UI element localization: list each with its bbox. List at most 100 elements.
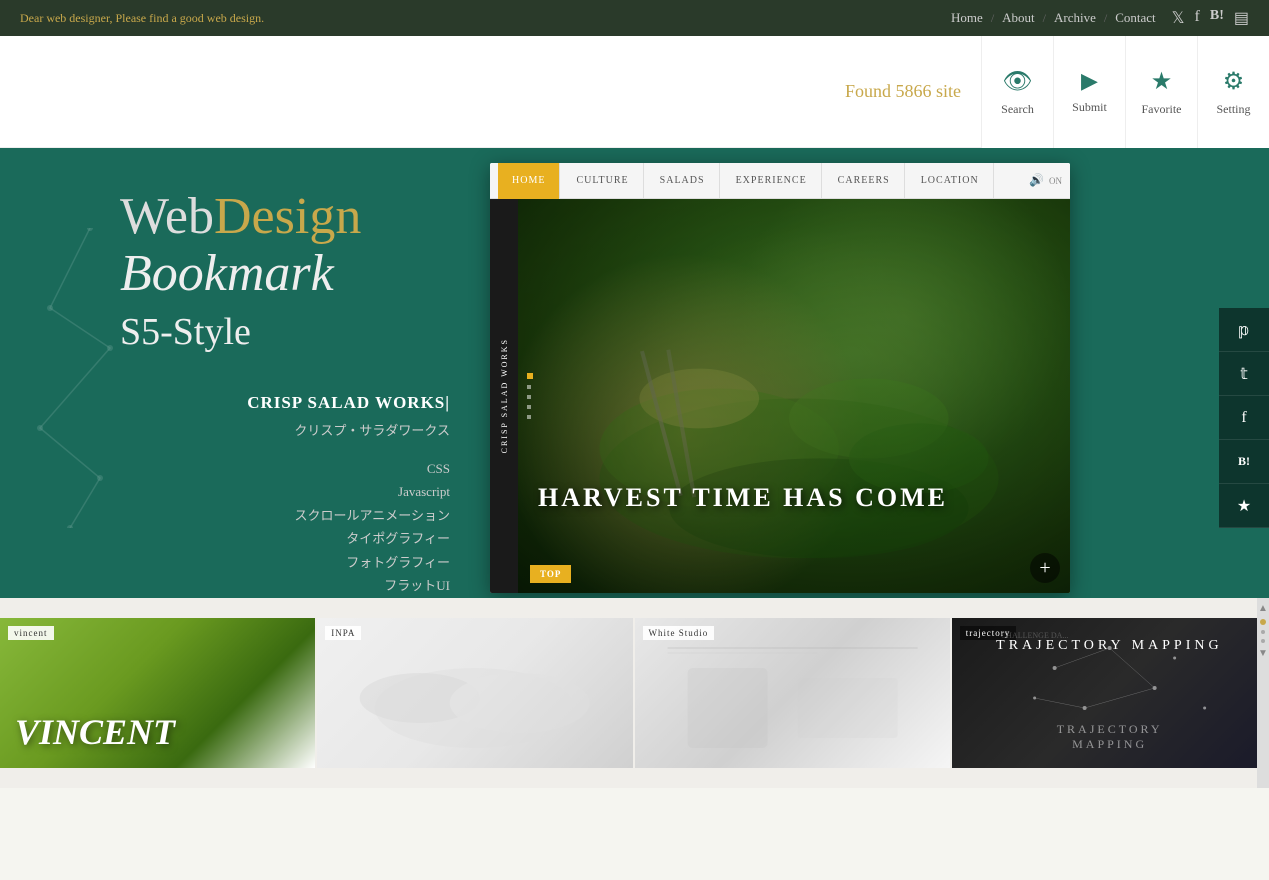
preview-dot-3[interactable] [527, 405, 531, 409]
pinterest-social[interactable]: 𝕡 [1219, 308, 1269, 352]
hero-title-s5: S5-Style [120, 310, 460, 354]
svg-text:TRAJECTORY: TRAJECTORY [1056, 722, 1162, 736]
nav-sep-2: / [1043, 11, 1046, 26]
found-prefix: Found [845, 81, 896, 101]
star-social[interactable]: ★ [1219, 484, 1269, 528]
header-actions: 👁 Search ▶ Submit ★ Favorite ⚙ Setting [981, 36, 1269, 148]
top-nav-links: Home / About / Archive / Contact 𝕏 f B! … [951, 8, 1249, 28]
hero-tags: CRISP SALAD WORKS| クリスプ・サラダワークス CSS Java… [247, 388, 470, 598]
tagline-text: Dear web designer, Please find a good we… [20, 11, 264, 25]
svg-text:MAPPING: MAPPING [1072, 737, 1147, 751]
preview-logo-strip: CRISP SALAD WORKS [490, 199, 518, 593]
thumb-ws-bg: White Studio [635, 618, 950, 768]
rss-icon[interactable]: ▤ [1234, 8, 1249, 28]
tag-crisp-jp: クリスプ・サラダワークス [247, 419, 450, 442]
star-social-icon: ★ [1237, 496, 1251, 516]
hatena-social[interactable]: B! [1219, 440, 1269, 484]
thumb-vincent-text: VINCENT [15, 711, 175, 753]
social-icons: 𝕏 f B! ▤ [1172, 8, 1249, 28]
favorite-label: Favorite [1142, 102, 1182, 117]
setting-label: Setting [1216, 102, 1250, 117]
favorite-icon: ★ [1151, 67, 1173, 96]
tag-photo[interactable]: フォトグラフィー [247, 551, 450, 574]
hero-left: WebDesign Bookmark S5-Style CRISP SALAD … [0, 148, 500, 598]
thumb-inpa-bg: INPA [317, 618, 632, 768]
preview-on-text: ON [1049, 176, 1062, 186]
search-action[interactable]: 👁 Search [981, 36, 1053, 148]
thumbnail-white-studio[interactable]: White Studio [635, 618, 952, 768]
design-text: Design [214, 188, 361, 245]
twitter-social[interactable]: 𝕥 [1219, 352, 1269, 396]
preview-nav: HOME CULTURE SALADS EXPERIENCE CAREERS L… [490, 163, 1070, 199]
scroll-dot-1 [1261, 630, 1265, 634]
hero-title-block: WebDesign Bookmark S5-Style [120, 188, 460, 354]
nav-link-contact[interactable]: Contact [1115, 10, 1155, 26]
tagline-highlight: web design [207, 11, 261, 25]
preview-sound-icon: 🔊 [1029, 173, 1044, 188]
thumbnail-trajectory[interactable]: trajectory TRAJECTORY MAPPING TRAJECTORY… [952, 618, 1269, 768]
preview-nav-home[interactable]: HOME [498, 163, 560, 199]
preview-dot-4[interactable] [527, 415, 531, 419]
nav-sep-1: / [991, 11, 994, 26]
nav-link-about[interactable]: About [1002, 10, 1035, 26]
web-text: Web [120, 188, 214, 245]
twitter-social-icon: 𝕥 [1240, 364, 1247, 384]
facebook-social-icon: f [1241, 409, 1246, 427]
preview-headline: HARVEST TIME HAS COME [538, 483, 1050, 513]
thumbnails-section: vincent VINCENT INPA White Studio [0, 598, 1269, 788]
top-navigation: Dear web designer, Please find a good we… [0, 0, 1269, 36]
featured-preview: HOME CULTURE SALADS EXPERIENCE CAREERS L… [490, 163, 1070, 593]
preview-nav-culture[interactable]: CULTURE [562, 163, 643, 199]
scroll-dot-2 [1261, 639, 1265, 643]
header-bar: Found 5866 site 👁 Search ▶ Submit ★ Favo… [0, 36, 1269, 148]
preview-nav-experience[interactable]: EXPERIENCE [722, 163, 822, 199]
search-label: Search [1001, 102, 1034, 117]
preview-nav-careers[interactable]: CAREERS [824, 163, 905, 199]
thumb-vincent-bg: vincent VINCENT [0, 618, 315, 768]
side-social-bar: 𝕡 𝕥 f B! ★ [1219, 308, 1269, 528]
preview-main-image: HARVEST TIME HAS COME TOP + [518, 199, 1070, 593]
preview-dot-2[interactable] [527, 395, 531, 399]
tag-scroll[interactable]: スクロールアニメーション [247, 504, 450, 527]
scroll-down-arrow[interactable]: ▼ [1258, 648, 1268, 659]
tag-css[interactable]: CSS [247, 457, 450, 480]
hero-section: WebDesign Bookmark S5-Style CRISP SALAD … [0, 148, 1269, 598]
submit-action[interactable]: ▶ Submit [1053, 36, 1125, 148]
preview-nav-location[interactable]: LOCATION [907, 163, 994, 199]
scroll-up-arrow[interactable]: ▲ [1258, 603, 1268, 614]
nav-link-archive[interactable]: Archive [1054, 10, 1096, 26]
preview-top-button[interactable]: TOP [530, 565, 571, 583]
tag-js[interactable]: Javascript [247, 480, 450, 503]
submit-icon: ▶ [1081, 68, 1098, 94]
tag-flat[interactable]: フラットUI [247, 574, 450, 597]
svg-text:CHALLENGE DA...: CHALLENGE DA... [1001, 631, 1069, 640]
preview-plus-button[interactable]: + [1030, 553, 1060, 583]
pinterest-icon: 𝕡 [1238, 320, 1249, 340]
thumb-inpa-illustration [317, 618, 632, 768]
preview-nav-salads[interactable]: SALADS [646, 163, 720, 199]
scroll-indicator: ▲ ▼ [1257, 598, 1269, 788]
thumb-vincent-label: vincent [8, 626, 54, 640]
thumbnail-vincent[interactable]: vincent VINCENT [0, 618, 317, 768]
hero-title-web: WebDesign [120, 188, 460, 245]
twitter-icon[interactable]: 𝕏 [1172, 8, 1185, 28]
nav-link-home[interactable]: Home [951, 10, 983, 26]
thumb-traj-bg: trajectory TRAJECTORY MAPPING TRAJECTORY… [952, 618, 1267, 768]
thumb-ws-illustration [635, 618, 950, 768]
preview-logo-text: CRISP SALAD WORKS [500, 338, 509, 453]
hatena-icon[interactable]: B! [1210, 8, 1224, 28]
thumbnail-inpa[interactable]: INPA [317, 618, 634, 768]
preview-dots [523, 199, 533, 593]
found-suffix: site [932, 81, 962, 101]
facebook-social[interactable]: f [1219, 396, 1269, 440]
setting-action[interactable]: ⚙ Setting [1197, 36, 1269, 148]
tag-crisp-en: CRISP SALAD WORKS| [247, 388, 450, 419]
preview-dot-1[interactable] [527, 385, 531, 389]
tag-typo[interactable]: タイポグラフィー [247, 527, 450, 550]
hatena-social-icon: B! [1238, 454, 1250, 469]
facebook-icon[interactable]: f [1195, 8, 1200, 28]
favorite-action[interactable]: ★ Favorite [1125, 36, 1197, 148]
preview-dot-active[interactable] [527, 373, 533, 379]
submit-label: Submit [1072, 100, 1107, 115]
scroll-dot-active [1260, 619, 1266, 625]
